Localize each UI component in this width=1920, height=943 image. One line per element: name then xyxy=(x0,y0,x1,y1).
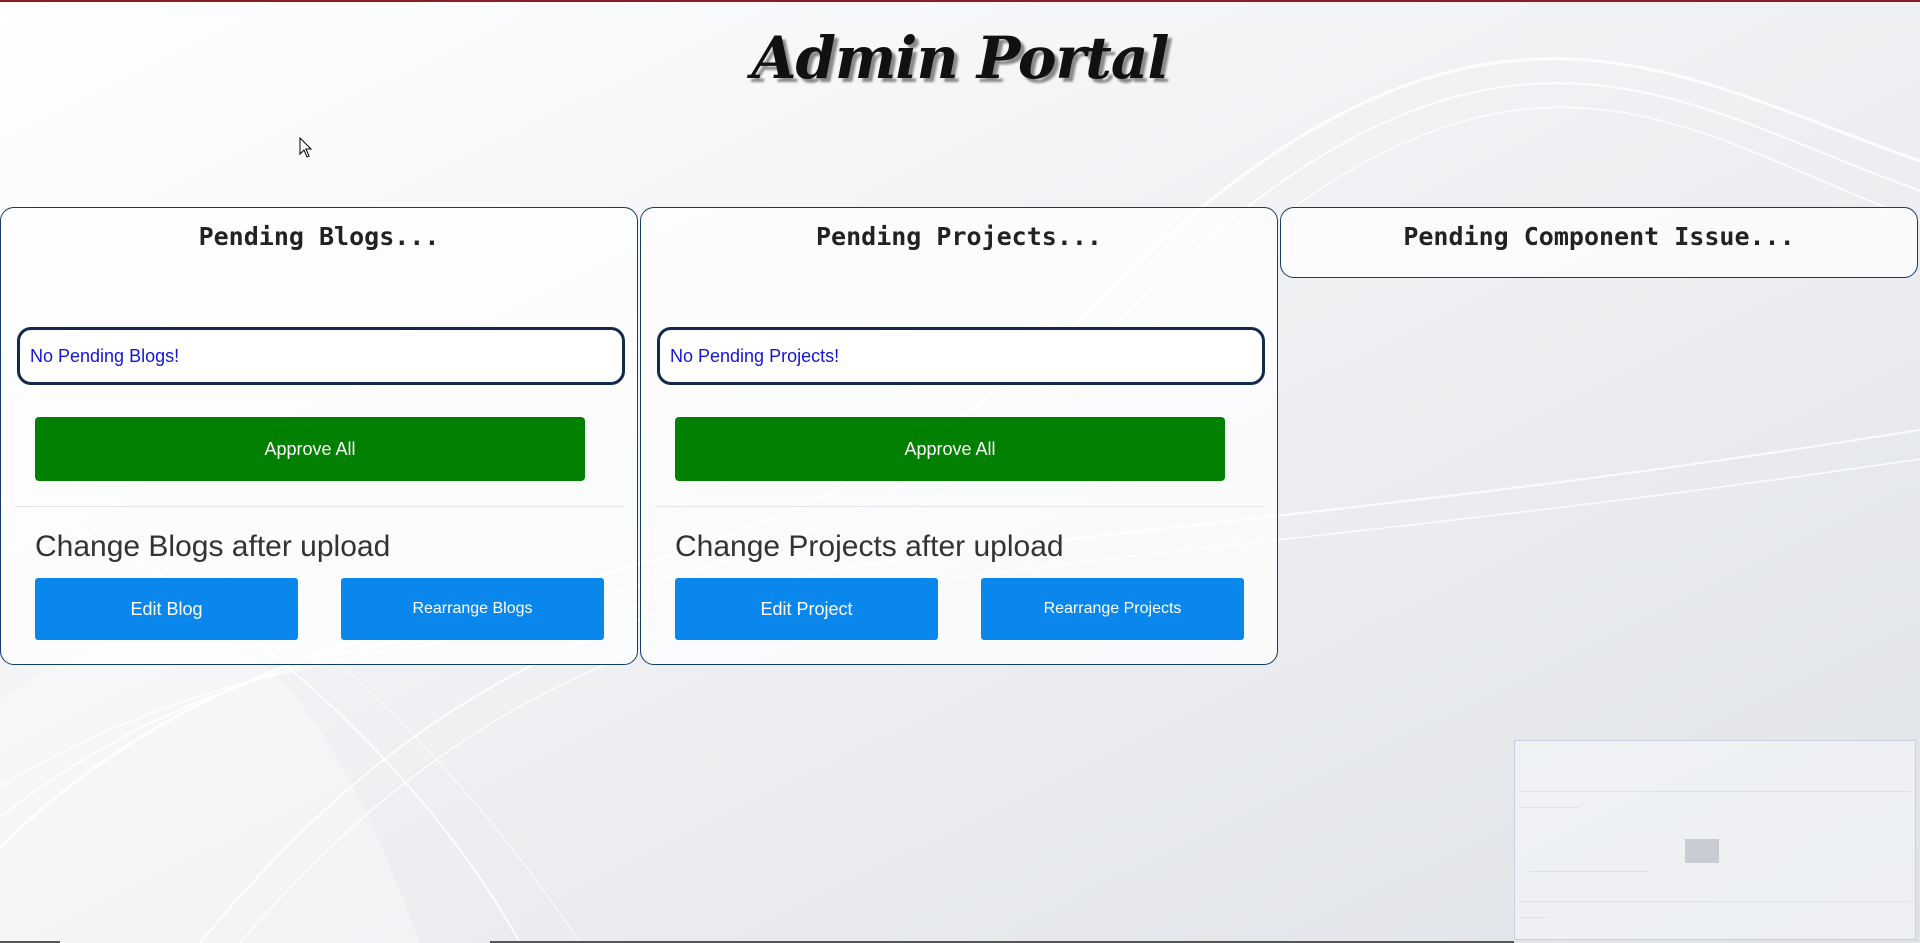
rearrange-projects-button[interactable]: Rearrange Projects xyxy=(981,578,1244,640)
no-pending-blogs-notice: No Pending Blogs! xyxy=(17,327,625,385)
rearrange-blogs-button[interactable]: Rearrange Blogs xyxy=(341,578,604,640)
mouse-pointer-icon xyxy=(299,137,313,158)
preview-image xyxy=(1685,839,1719,863)
preview-line xyxy=(1519,917,1549,918)
pending-component-issue-panel: Pending Component Issue... xyxy=(1280,207,1918,278)
panel-title: Pending Component Issue... xyxy=(1403,222,1795,251)
no-pending-projects-notice: No Pending Projects! xyxy=(657,327,1265,385)
edit-project-button[interactable]: Edit Project xyxy=(675,578,938,640)
page-preview-thumbnail[interactable] xyxy=(1514,740,1916,940)
panel-title: Pending Projects... xyxy=(816,222,1102,251)
divider xyxy=(655,506,1265,507)
preview-line xyxy=(1519,791,1911,792)
pending-projects-panel: Pending Projects... No Pending Projects!… xyxy=(640,207,1278,665)
preview-line xyxy=(1519,901,1911,902)
change-blogs-heading: Change Blogs after upload xyxy=(35,530,391,563)
top-accent-bar xyxy=(0,0,1920,2)
pending-blogs-panel: Pending Blogs... No Pending Blogs! Appro… xyxy=(0,207,638,665)
preview-line xyxy=(1529,871,1649,872)
approve-all-blogs-button[interactable]: Approve All xyxy=(35,417,585,481)
divider xyxy=(15,506,625,507)
edit-blog-button[interactable]: Edit Blog xyxy=(35,578,298,640)
approve-all-projects-button[interactable]: Approve All xyxy=(675,417,1225,481)
preview-line xyxy=(1519,807,1579,808)
panel-title: Pending Blogs... xyxy=(198,222,440,251)
page-title: Admin Portal xyxy=(751,24,1169,92)
change-projects-heading: Change Projects after upload xyxy=(675,530,1064,563)
